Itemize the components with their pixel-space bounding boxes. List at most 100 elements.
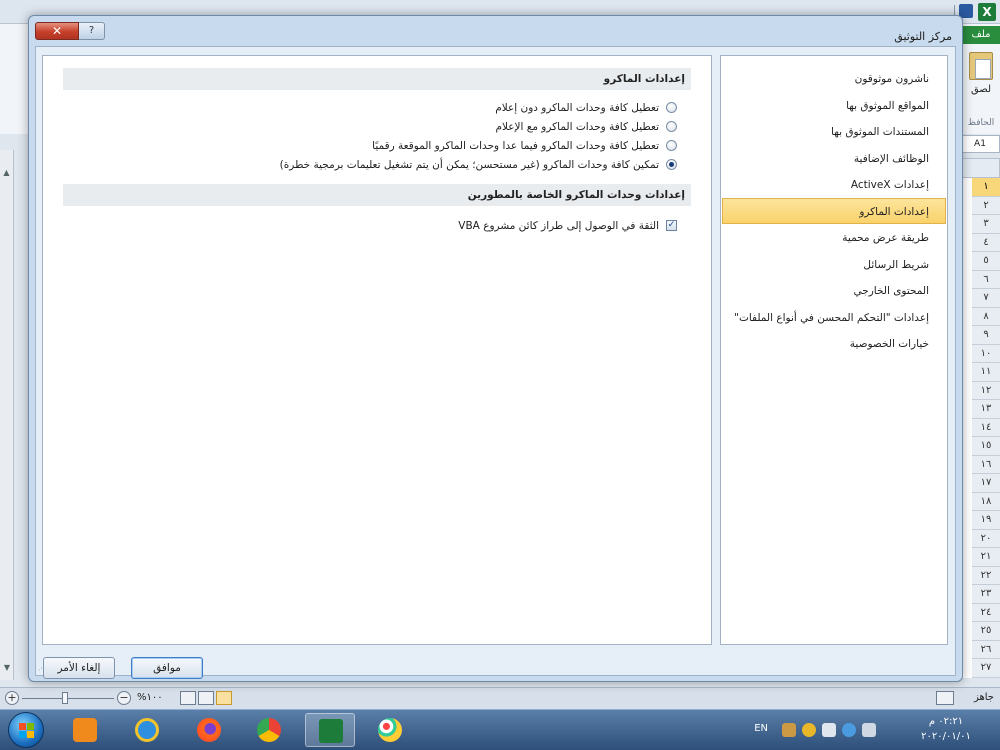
excel-logo-icon: X [978, 3, 996, 21]
developer-settings-header: إعدادات وحدات الماكرو الخاصة بالمطورين [63, 184, 691, 206]
row-header[interactable]: ٢ [972, 196, 1000, 215]
macro-option[interactable]: تمكين كافة وحدات الماكرو (غير مستحسن؛ يم… [43, 155, 677, 174]
nav-item[interactable]: ناشرون موثوقون [722, 65, 946, 92]
row-header[interactable]: ١٤ [972, 418, 1000, 437]
taskbar-internet-explorer[interactable] [122, 713, 172, 747]
macro-option[interactable]: تعطيل كافة وحدات الماكرو دون إعلام [43, 98, 677, 117]
status-ready: جاهز [973, 692, 994, 703]
row-header[interactable]: ٩ [972, 326, 1000, 345]
network-warning-icon[interactable] [782, 723, 796, 737]
nav-item[interactable]: إعدادات "التحكم المحسن في أنواع الملفات" [722, 304, 946, 331]
taskbar-media-player[interactable] [60, 713, 110, 747]
row-header[interactable]: ٨ [972, 307, 1000, 326]
start-button[interactable] [8, 712, 44, 748]
scroll-down-icon[interactable]: ▼ [0, 663, 14, 672]
macro-option-label: تعطيل كافة وحدات الماكرو دون إعلام [495, 101, 659, 114]
radio-button[interactable] [666, 140, 677, 151]
nav-item[interactable]: طريقة عرض محمية [722, 224, 946, 251]
volume-icon[interactable] [862, 723, 876, 737]
taskbar-chrome[interactable] [244, 713, 294, 747]
row-header[interactable]: ٢٦ [972, 640, 1000, 659]
row-header[interactable]: ١٦ [972, 455, 1000, 474]
macro-record-icon[interactable] [936, 691, 954, 705]
cancel-button[interactable]: إلغاء الأمر [43, 657, 115, 679]
chrome-icon [257, 718, 281, 742]
nav-item[interactable]: الوظائف الإضافية [722, 145, 946, 172]
row-header[interactable]: ١٨ [972, 492, 1000, 511]
zoom-out-button[interactable]: − [117, 691, 131, 705]
row-header[interactable]: ٤ [972, 233, 1000, 252]
name-box[interactable]: A1 [960, 135, 1000, 153]
row-header[interactable]: ٢٤ [972, 603, 1000, 622]
row-header[interactable]: ١٧ [972, 474, 1000, 493]
nav-item[interactable]: إعدادات ActiveX [722, 171, 946, 198]
macro-options: تعطيل كافة وحدات الماكرو دون إعلام تعطيل … [43, 90, 711, 178]
row-header[interactable]: ١٢ [972, 381, 1000, 400]
notification-icon[interactable] [802, 723, 816, 737]
internet-explorer-icon [135, 718, 159, 742]
nav-item[interactable]: شريط الرسائل [722, 251, 946, 278]
row-header[interactable]: ١٣ [972, 400, 1000, 419]
action-center-icon[interactable] [842, 723, 856, 737]
row-header[interactable]: ٥ [972, 252, 1000, 271]
page-layout-view-button[interactable] [198, 691, 214, 705]
windows-logo-icon [19, 723, 34, 738]
row-header[interactable]: ٢٢ [972, 566, 1000, 585]
nav-item[interactable]: المحتوى الخارجي [722, 277, 946, 304]
row-header[interactable]: ٦ [972, 270, 1000, 289]
row-header[interactable]: ١١ [972, 363, 1000, 382]
taskbar-excel[interactable] [305, 713, 355, 747]
language-indicator[interactable]: EN [754, 723, 768, 734]
clock-time: ٠٢:٢١ م [928, 716, 964, 727]
taskbar: EN ٠٢:٢١ م ٢٠٢٠/٠١/٠١ [0, 709, 1000, 750]
ok-button[interactable]: موافق [131, 657, 203, 679]
radio-button[interactable] [666, 102, 677, 113]
row-header[interactable]: ١٩ [972, 511, 1000, 530]
nav-item[interactable]: المستندات الموثوق بها [722, 118, 946, 145]
row-header[interactable]: ٢١ [972, 548, 1000, 567]
zoom-level[interactable]: %١٠٠ [137, 692, 163, 703]
zoom-in-button[interactable]: + [5, 691, 19, 705]
paste-button[interactable]: لصق [966, 52, 996, 112]
row-header[interactable]: ٢٧ [972, 659, 1000, 678]
vba-trust-option[interactable]: ✓ الثقة في الوصول إلى طراز كائن مشروع VB… [43, 216, 677, 235]
radio-button[interactable] [666, 159, 677, 170]
excel-icon [319, 719, 343, 743]
taskbar-paint[interactable] [365, 713, 415, 747]
view-buttons [180, 691, 232, 707]
taskbar-firefox[interactable] [184, 713, 234, 747]
macro-option-label: تمكين كافة وحدات الماكرو (غير مستحسن؛ يم… [279, 158, 659, 171]
trust-center-nav: ناشرون موثوقون المواقع الموثوق بها المستند… [720, 55, 948, 645]
clock-date: ٢٠٢٠/٠١/٠١ [921, 731, 971, 742]
radio-button[interactable] [666, 121, 677, 132]
file-tab[interactable]: ملف [962, 26, 1000, 44]
close-button[interactable]: ✕ [35, 22, 79, 40]
row-header[interactable]: ٣ [972, 215, 1000, 234]
scroll-up-icon[interactable]: ▲ [0, 168, 13, 177]
page-break-view-button[interactable] [180, 691, 196, 705]
clock[interactable]: ٠٢:٢١ م ٢٠٢٠/٠١/٠١ [906, 714, 986, 744]
row-header[interactable]: ١ [972, 178, 1000, 197]
resize-grip-icon[interactable]: ⋰ [38, 663, 48, 673]
nav-item[interactable]: خيارات الخصوصية [722, 330, 946, 357]
row-header[interactable]: ٧ [972, 289, 1000, 308]
row-header[interactable]: ١٠ [972, 344, 1000, 363]
column-header[interactable] [960, 158, 1000, 178]
zoom-slider-thumb[interactable] [62, 692, 68, 704]
row-header[interactable]: ٢٥ [972, 622, 1000, 641]
dialog-body: ناشرون موثوقون المواقع الموثوق بها المستند… [35, 46, 956, 679]
macro-option[interactable]: تعطيل كافة وحدات الماكرو مع الإعلام [43, 117, 677, 136]
help-button[interactable]: ? [79, 22, 105, 40]
macro-option[interactable]: تعطيل كافة وحدات الماكرو فيما عدا وحدات … [43, 136, 677, 155]
nav-item[interactable]: إعدادات الماكرو [722, 197, 946, 224]
flag-icon[interactable] [822, 723, 836, 737]
normal-view-button[interactable] [216, 691, 232, 705]
row-header[interactable]: ٢٠ [972, 529, 1000, 548]
row-header[interactable]: ١٥ [972, 437, 1000, 456]
row-header[interactable]: ٢٣ [972, 585, 1000, 604]
developer-options: ✓ الثقة في الوصول إلى طراز كائن مشروع VB… [43, 206, 711, 239]
vba-trust-checkbox[interactable]: ✓ [666, 220, 677, 231]
vertical-scrollbar[interactable]: ▲ ▼ [0, 150, 14, 680]
zoom-slider[interactable] [22, 698, 114, 699]
nav-item[interactable]: المواقع الموثوق بها [722, 92, 946, 119]
